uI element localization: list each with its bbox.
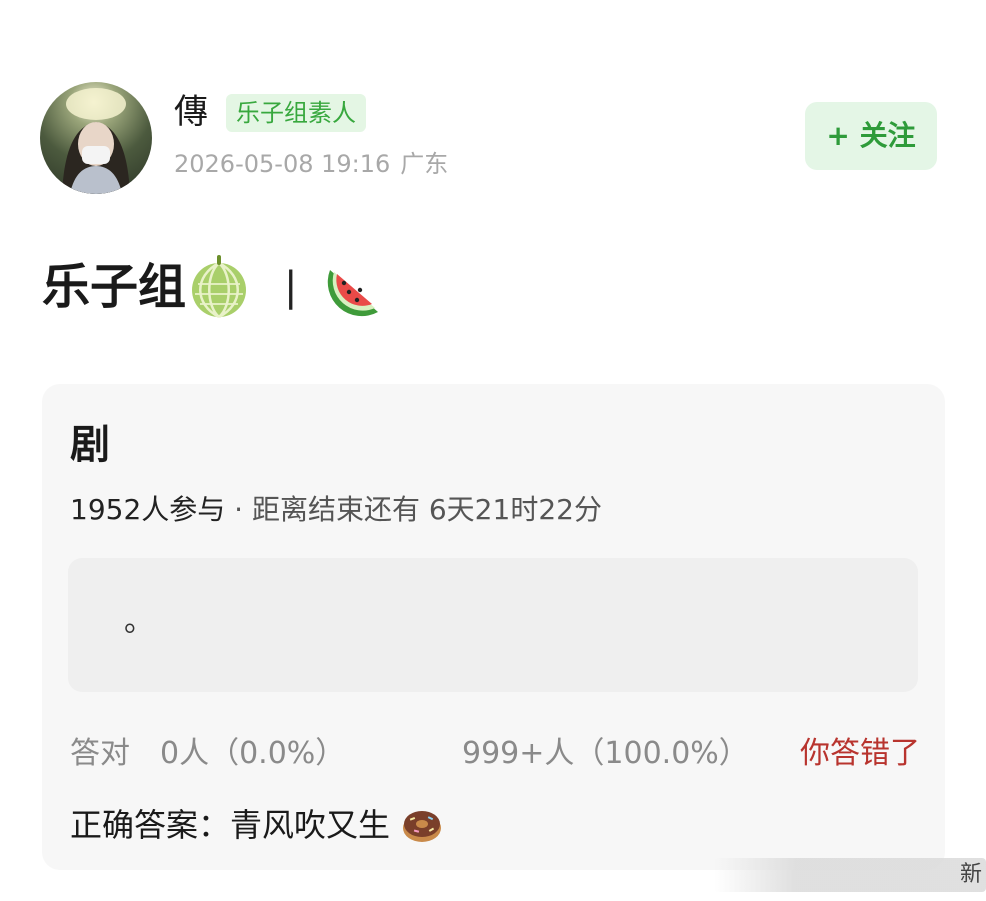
correct-stat: 0人（0.0%） <box>160 736 346 771</box>
avatar-photo <box>62 88 130 194</box>
watermark: 新 <box>714 858 986 892</box>
correct-label: 答对 <box>70 736 130 771</box>
wrong-stat: 999+人（100.0%） <box>462 736 749 771</box>
follow-button[interactable]: + 关注 <box>805 102 937 170</box>
post-location: 广东 <box>400 150 449 178</box>
quiz-meta: 1952人参与 · 距离结束还有 6天21时22分 <box>70 490 602 530</box>
title-separator: | <box>284 264 298 310</box>
post-title: 乐子组 | <box>42 252 390 322</box>
author-tag-badge[interactable]: 乐子组素人 <box>226 94 366 132</box>
post-meta: 2026-05-08 19:16 广东 <box>174 146 448 182</box>
avatar[interactable] <box>40 82 152 194</box>
post-title-text: 乐子组 <box>42 259 187 315</box>
post-datetime: 2026-05-08 19:16 <box>174 150 391 178</box>
verdict-text: 你答错了 <box>800 736 920 771</box>
quiz-card: 剧 1952人参与 · 距离结束还有 6天21时22分 。 答对 0人（0.0%… <box>42 384 945 870</box>
donut-icon <box>400 803 444 847</box>
quiz-option[interactable]: 。 <box>68 558 918 692</box>
meta-dot: · <box>225 493 252 526</box>
quiz-participants: 1952人参与 <box>70 493 226 526</box>
author-name[interactable]: 傳 <box>174 90 208 134</box>
quiz-title: 剧 <box>70 422 110 468</box>
correct-answer-text: 正确答案：青风吹又生 <box>70 806 391 844</box>
correct-answer: 正确答案：青风吹又生 <box>70 802 444 848</box>
quiz-time-left: 距离结束还有 6天21时22分 <box>251 493 602 526</box>
watermelon-icon <box>324 254 390 320</box>
melon-icon <box>186 254 252 320</box>
quiz-option-text: 。 <box>124 604 154 639</box>
quiz-result-row: 答对 0人（0.0%） 999+人（100.0%） 你答错了 <box>70 732 920 776</box>
watermark-text: 新 <box>959 862 982 887</box>
